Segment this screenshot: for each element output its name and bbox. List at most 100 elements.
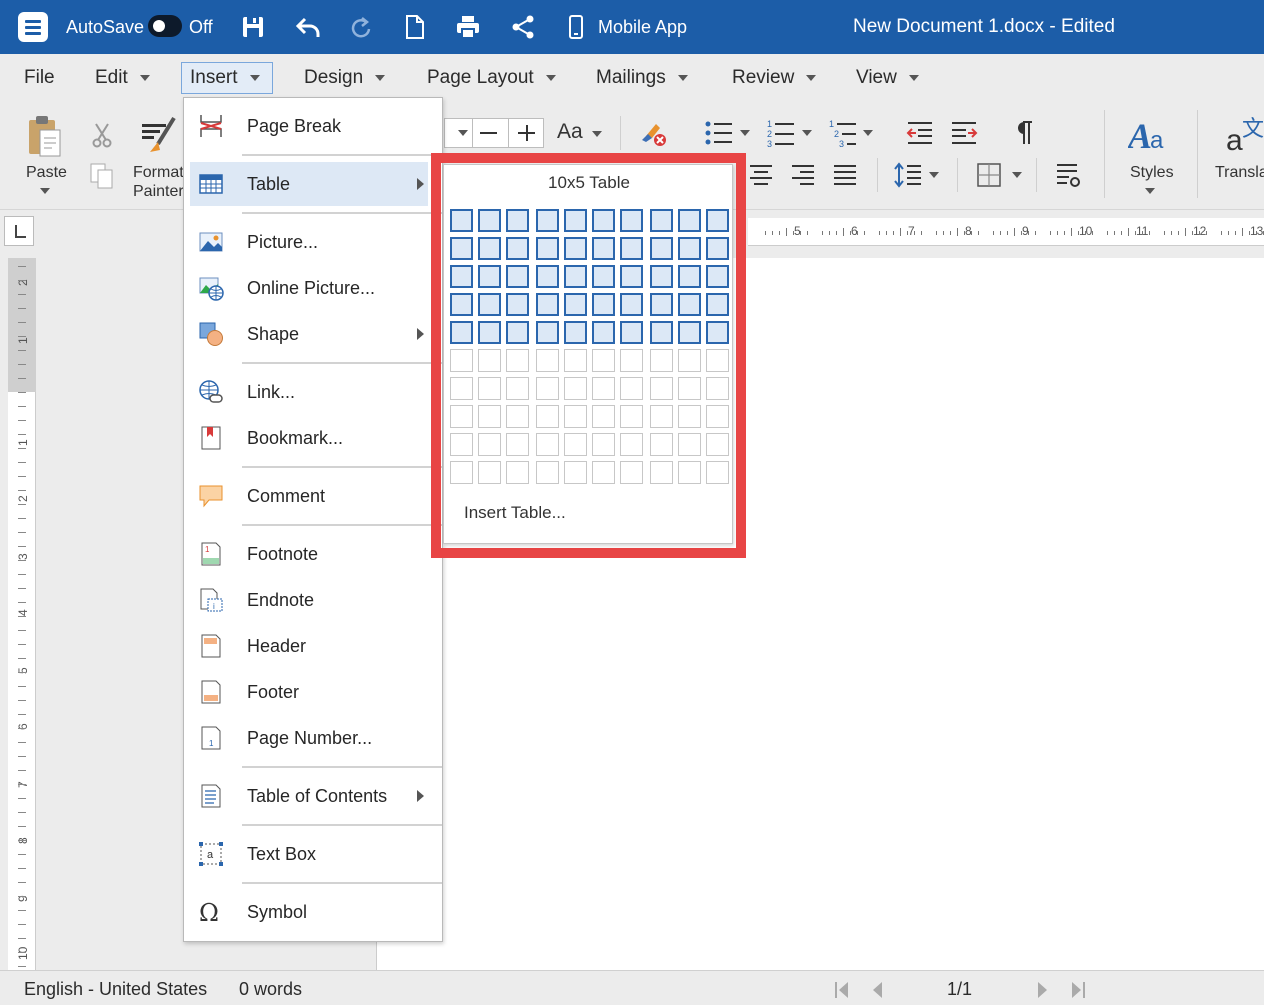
- translate-icon[interactable]: a 文: [1226, 114, 1264, 154]
- menu-item-footer[interactable]: Footer: [190, 670, 428, 714]
- table-grid-cell[interactable]: [706, 349, 729, 372]
- autosave-toggle[interactable]: [148, 15, 182, 37]
- table-grid-cell[interactable]: [564, 405, 587, 428]
- table-grid-cell[interactable]: [536, 209, 559, 232]
- table-grid-cell[interactable]: [620, 209, 643, 232]
- table-grid-cell[interactable]: [450, 237, 473, 260]
- table-grid-cell[interactable]: [506, 237, 529, 260]
- table-grid-cell[interactable]: [592, 321, 615, 344]
- mobile-phone-icon[interactable]: [568, 15, 584, 39]
- numbered-list-icon[interactable]: 1 2 3: [766, 118, 796, 148]
- table-grid-cell[interactable]: [678, 321, 701, 344]
- table-grid-cell[interactable]: [536, 321, 559, 344]
- table-grid-cell[interactable]: [620, 265, 643, 288]
- decrease-indent-icon[interactable]: [906, 120, 934, 146]
- tab-stop-selector[interactable]: [4, 216, 34, 246]
- table-grid-cell[interactable]: [506, 293, 529, 316]
- insert-table-button[interactable]: Insert Table...: [464, 503, 566, 523]
- table-grid-cell[interactable]: [478, 321, 501, 344]
- menu-item-table[interactable]: Table: [190, 162, 428, 206]
- styles-label[interactable]: Styles: [1130, 164, 1174, 182]
- first-page-icon[interactable]: [834, 981, 850, 999]
- table-grid-cell[interactable]: [620, 349, 643, 372]
- table-grid-cell[interactable]: [564, 433, 587, 456]
- table-grid-cell[interactable]: [678, 405, 701, 428]
- menu-item-picture[interactable]: Picture...: [190, 220, 428, 264]
- table-grid-cell[interactable]: [592, 377, 615, 400]
- menu-item-shape[interactable]: Shape: [190, 312, 428, 356]
- table-grid-cell[interactable]: [478, 265, 501, 288]
- table-grid-cell[interactable]: [536, 265, 559, 288]
- app-menu-icon[interactable]: [18, 12, 48, 42]
- table-grid-cell[interactable]: [678, 377, 701, 400]
- table-grid-cell[interactable]: [592, 209, 615, 232]
- table-grid-cell[interactable]: [564, 321, 587, 344]
- table-grid-cell[interactable]: [536, 433, 559, 456]
- table-grid-cell[interactable]: [650, 461, 673, 484]
- table-grid-cell[interactable]: [706, 293, 729, 316]
- table-grid-cell[interactable]: [620, 405, 643, 428]
- table-grid-cell[interactable]: [678, 293, 701, 316]
- cut-icon[interactable]: [92, 122, 112, 148]
- table-grid-cell[interactable]: [650, 433, 673, 456]
- table-grid-cell[interactable]: [506, 321, 529, 344]
- table-grid-cell[interactable]: [620, 293, 643, 316]
- table-grid-cell[interactable]: [506, 405, 529, 428]
- clear-formatting-icon[interactable]: [638, 118, 668, 148]
- menu-insert[interactable]: Insert: [181, 62, 273, 94]
- table-grid-cell[interactable]: [650, 209, 673, 232]
- vertical-ruler[interactable]: 2112345678910: [8, 258, 36, 970]
- menu-design[interactable]: Design: [296, 62, 393, 94]
- paragraph-settings-icon[interactable]: [1055, 162, 1081, 188]
- table-grid-cell[interactable]: [450, 209, 473, 232]
- menu-file[interactable]: File: [16, 62, 63, 94]
- menu-item-text-box[interactable]: a Text Box: [190, 832, 428, 876]
- table-grid-cell[interactable]: [478, 461, 501, 484]
- change-case-dropdown-icon[interactable]: [592, 131, 602, 137]
- last-page-icon[interactable]: [1070, 981, 1086, 999]
- table-grid-cell[interactable]: [564, 265, 587, 288]
- table-grid-cell[interactable]: [478, 433, 501, 456]
- styles-dropdown-icon[interactable]: [1145, 188, 1155, 194]
- format-painter-label-2[interactable]: Painter: [133, 183, 184, 201]
- table-grid-cell[interactable]: [706, 321, 729, 344]
- table-grid-cell[interactable]: [506, 433, 529, 456]
- table-grid-cell[interactable]: [478, 405, 501, 428]
- table-grid-cell[interactable]: [592, 349, 615, 372]
- table-grid-cell[interactable]: [450, 321, 473, 344]
- table-grid-cell[interactable]: [678, 349, 701, 372]
- table-grid-cell[interactable]: [478, 349, 501, 372]
- table-grid-cell[interactable]: [536, 461, 559, 484]
- line-spacing-dropdown-icon[interactable]: [929, 172, 939, 178]
- table-grid-cell[interactable]: [650, 293, 673, 316]
- table-grid-cell[interactable]: [506, 209, 529, 232]
- menu-item-symbol[interactable]: Ω Symbol: [190, 890, 428, 934]
- table-grid-cell[interactable]: [706, 405, 729, 428]
- table-grid-cell[interactable]: [564, 377, 587, 400]
- table-grid-cell[interactable]: [650, 265, 673, 288]
- table-grid-cell[interactable]: [506, 265, 529, 288]
- borders-icon[interactable]: [976, 162, 1002, 188]
- increase-indent-icon[interactable]: [950, 120, 978, 146]
- next-page-icon[interactable]: [1036, 981, 1050, 999]
- table-grid-cell[interactable]: [536, 349, 559, 372]
- menu-item-bookmark[interactable]: Bookmark...: [190, 416, 428, 460]
- undo-icon[interactable]: [295, 15, 321, 39]
- table-grid-cell[interactable]: [506, 377, 529, 400]
- table-grid-cell[interactable]: [592, 237, 615, 260]
- menu-edit[interactable]: Edit: [87, 62, 158, 94]
- change-case-button[interactable]: Aa: [557, 120, 583, 144]
- table-grid-cell[interactable]: [450, 433, 473, 456]
- table-grid-cell[interactable]: [678, 461, 701, 484]
- paste-icon[interactable]: [27, 114, 63, 158]
- styles-icon[interactable]: A a: [1128, 114, 1170, 154]
- table-grid-cell[interactable]: [706, 433, 729, 456]
- bullet-dropdown-icon[interactable]: [740, 130, 750, 136]
- format-painter-icon[interactable]: [140, 116, 178, 156]
- table-grid-cell[interactable]: [450, 377, 473, 400]
- redo-icon[interactable]: [350, 16, 372, 38]
- horizontal-ruler[interactable]: 5678910111213: [748, 218, 1264, 246]
- table-grid-cell[interactable]: [678, 237, 701, 260]
- table-grid-cell[interactable]: [650, 349, 673, 372]
- paste-dropdown-icon[interactable]: [40, 188, 50, 194]
